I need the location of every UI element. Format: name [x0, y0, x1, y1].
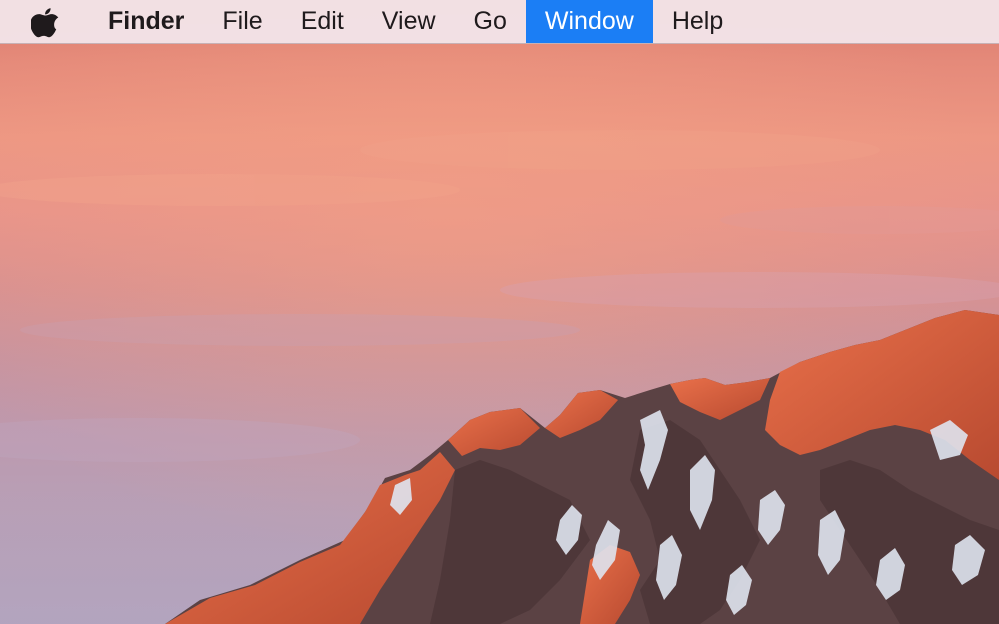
menu-bar: Finder File Edit View Go Window Help	[0, 0, 999, 44]
apple-menu[interactable]	[0, 0, 86, 43]
menu-help[interactable]: Help	[653, 0, 742, 43]
menu-app-finder[interactable]: Finder	[86, 0, 203, 43]
menu-window[interactable]: Window	[525, 0, 653, 43]
desktop[interactable]: Finder File Edit View Go Window Help	[0, 0, 999, 624]
wallpaper	[0, 0, 999, 624]
menu-view[interactable]: View	[363, 0, 455, 43]
menu-edit[interactable]: Edit	[282, 0, 363, 43]
apple-logo-icon	[31, 7, 59, 37]
menu-go[interactable]: Go	[455, 0, 526, 43]
menu-file[interactable]: File	[203, 0, 281, 43]
